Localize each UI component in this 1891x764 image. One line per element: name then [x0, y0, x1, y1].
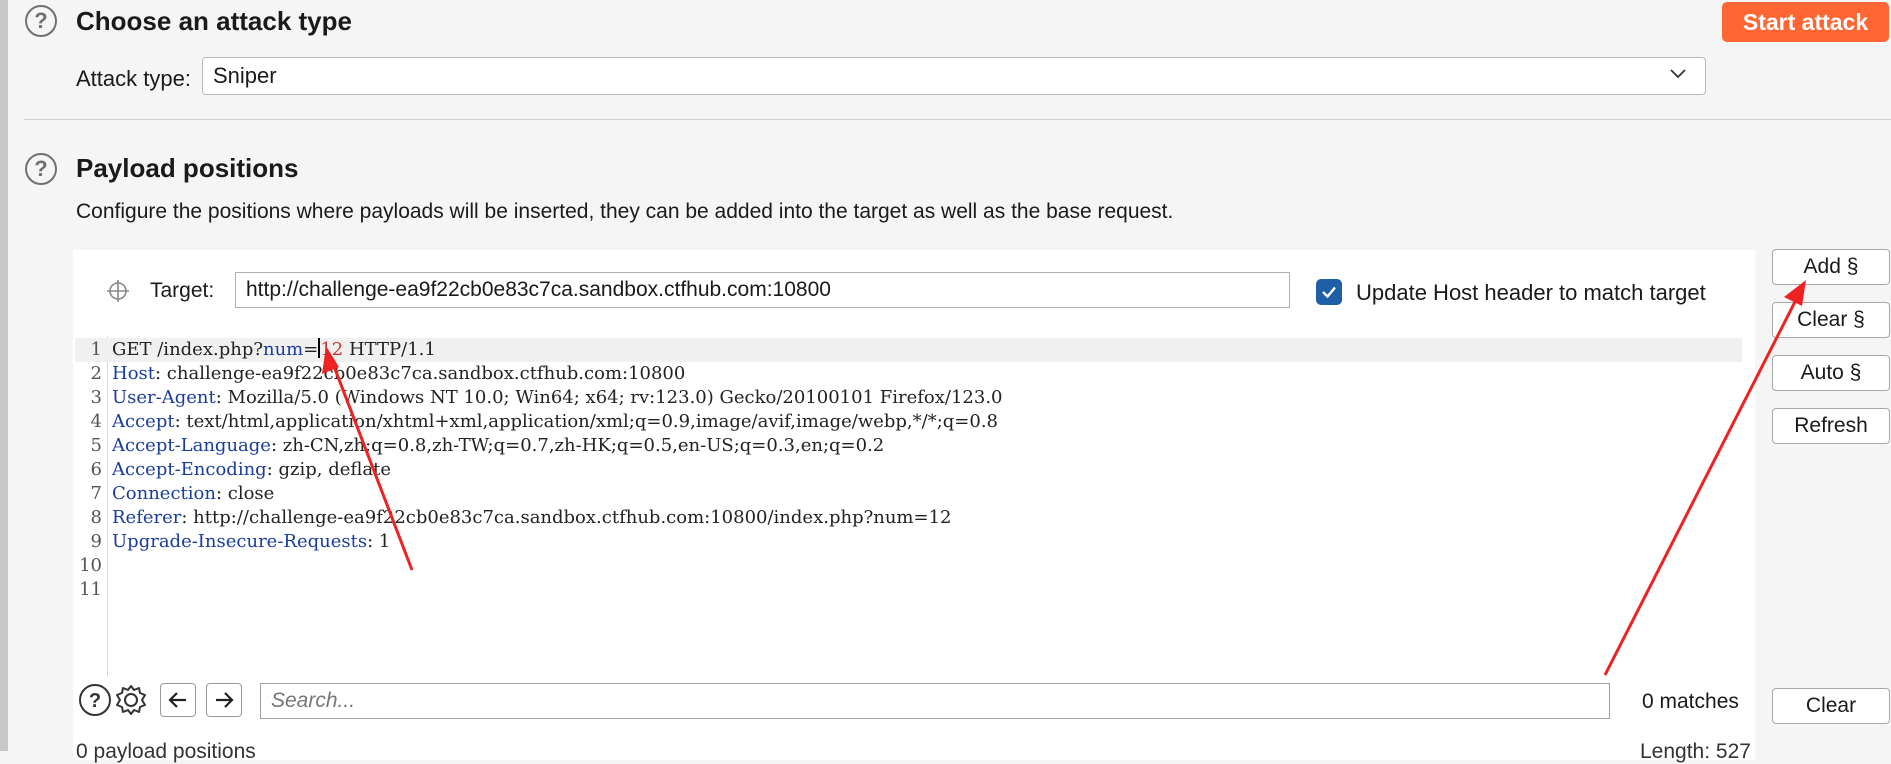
payload-positions-title: Payload positions — [76, 153, 299, 183]
auto-positions-button[interactable]: Auto § — [1772, 355, 1890, 391]
svg-text:?: ? — [89, 690, 101, 712]
request-line[interactable]: 8 Referer: http://challenge-ea9f22cb0e83c… — [75, 506, 1742, 530]
request-line[interactable]: 1 GET /index.php?num= 12 HTTP/1.1 — [75, 338, 1742, 362]
clear-positions-button[interactable]: Clear § — [1772, 302, 1890, 338]
request-length-text: Length: 527 — [1640, 740, 1751, 763]
next-match-button[interactable] — [206, 683, 242, 717]
help-icon[interactable]: ? — [78, 683, 112, 717]
target-input[interactable]: http://challenge-ea9f22cb0e83c7ca.sandbo… — [235, 272, 1290, 308]
chevron-down-icon — [1670, 69, 1686, 79]
search-input[interactable]: Search... — [260, 683, 1610, 719]
payload-positions-description: Configure the positions where payloads w… — [76, 200, 1174, 223]
update-host-checkbox[interactable] — [1316, 279, 1342, 305]
attack-type-select[interactable]: Sniper — [202, 57, 1706, 95]
checkmark-icon — [1322, 286, 1336, 299]
section-divider — [24, 119, 1891, 120]
request-line[interactable]: 11 — [75, 578, 1742, 602]
request-line[interactable]: 3 User-Agent: Mozilla/5.0 (Windows NT 10.… — [75, 386, 1742, 410]
attack-type-value: Sniper — [213, 63, 277, 88]
request-line[interactable]: 6 Accept-Encoding: gzip, deflate — [75, 458, 1742, 482]
update-host-label: Update Host header to match target — [1356, 280, 1706, 305]
arrow-left-icon — [168, 692, 186, 708]
start-attack-button[interactable]: Start attack — [1722, 2, 1889, 42]
attack-type-title: Choose an attack type — [76, 6, 352, 36]
previous-match-button[interactable] — [160, 683, 196, 717]
payload-count-text: 0 payload positions — [76, 740, 256, 763]
refresh-button[interactable]: Refresh — [1772, 408, 1890, 444]
help-icon[interactable]: ? — [25, 5, 57, 37]
request-line[interactable]: 7 Connection: close — [75, 482, 1742, 506]
help-icon[interactable]: ? — [25, 153, 57, 185]
request-line[interactable]: 2 Host: challenge-ea9f22cb0e83c7ca.sandbo… — [75, 362, 1742, 386]
request-line[interactable]: 9 Upgrade-Insecure-Requests: 1 — [75, 530, 1742, 554]
window-edge — [0, 0, 8, 751]
attack-type-label: Attack type: — [76, 66, 191, 91]
match-count: 0 matches — [1642, 690, 1739, 713]
target-label: Target: — [150, 279, 215, 302]
arrow-right-icon — [216, 692, 234, 708]
gear-icon[interactable] — [114, 683, 148, 717]
add-position-button[interactable]: Add § — [1772, 249, 1890, 285]
request-line[interactable]: 5 Accept-Language: zh-CN,zh;q=0.8,zh-TW;q… — [75, 434, 1742, 458]
request-line[interactable]: 10 — [75, 554, 1742, 578]
clear-search-button[interactable]: Clear — [1772, 688, 1890, 724]
request-line[interactable]: 4 Accept: text/html,application/xhtml+xml… — [75, 410, 1742, 434]
crosshair-icon — [107, 280, 129, 302]
